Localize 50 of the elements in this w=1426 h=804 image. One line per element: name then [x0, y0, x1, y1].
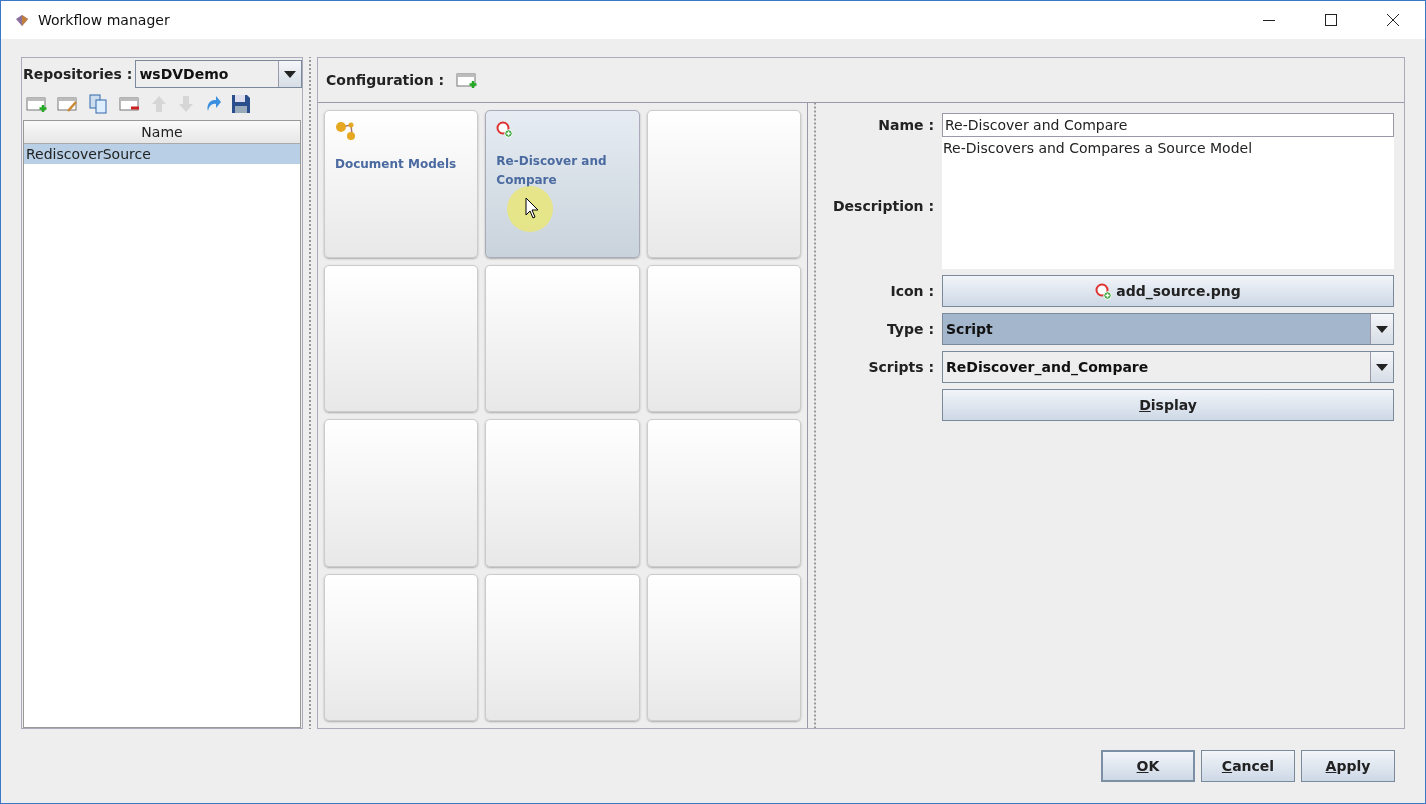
window-title: Workflow manager — [38, 12, 170, 28]
scripts-dropdown[interactable]: ReDiscover_and_Compare — [942, 351, 1394, 383]
display-button[interactable]: Display — [942, 389, 1394, 421]
description-label: Description : — [831, 198, 934, 214]
configuration-label: Configuration : — [326, 72, 445, 88]
empty-tile[interactable] — [324, 419, 479, 567]
close-icon[interactable] — [1387, 14, 1399, 26]
empty-tile[interactable] — [646, 419, 801, 567]
app-icon — [14, 13, 30, 27]
tile-label: Document Models — [335, 156, 457, 173]
workflow-tile[interactable]: Re-Discover and Compare — [485, 110, 640, 258]
add-window-icon[interactable] — [456, 71, 479, 89]
dialog-button[interactable]: OK — [1101, 750, 1195, 782]
copy-icon[interactable] — [88, 94, 110, 114]
name-label: Name : — [877, 117, 934, 133]
cursor-highlight-icon — [506, 185, 555, 233]
icon-label: Icon : — [889, 283, 934, 299]
description-field[interactable]: Re-Discovers and Compares a Source Model — [942, 137, 1394, 269]
tile-label: Re-Discover and Compare — [496, 153, 608, 189]
type-label: Type : — [886, 321, 934, 337]
add-window-icon[interactable] — [26, 95, 48, 113]
remove-window-icon[interactable] — [119, 95, 141, 113]
maximize-icon[interactable] — [1325, 14, 1337, 26]
save-icon[interactable] — [231, 94, 251, 114]
ring-plus-icon — [1095, 282, 1113, 300]
name-field[interactable]: Re-Discover and Compare — [942, 113, 1394, 137]
repositories-label: Repositories : — [23, 66, 133, 82]
type-dropdown[interactable]: Script — [942, 313, 1394, 345]
edit-window-icon[interactable] — [57, 95, 79, 113]
empty-tile[interactable] — [485, 573, 640, 721]
empty-tile[interactable] — [485, 419, 640, 567]
empty-tile[interactable] — [646, 573, 801, 721]
dialog-button[interactable]: Cancel — [1201, 750, 1295, 782]
empty-tile[interactable] — [485, 264, 640, 412]
workflow-tile[interactable]: Document Models — [324, 110, 479, 258]
empty-tile[interactable] — [646, 264, 801, 412]
scripts-label: Scripts : — [867, 359, 934, 375]
empty-tile[interactable] — [646, 110, 801, 258]
caret-icon — [284, 70, 296, 78]
caret-icon — [1376, 325, 1388, 333]
dialog-button[interactable]: Apply — [1301, 750, 1395, 782]
ring-plus-icon — [496, 121, 514, 138]
repositories-dropdown[interactable]: wsDVDemo — [135, 60, 302, 88]
column-header[interactable]: Name — [24, 121, 300, 144]
caret-icon — [1376, 363, 1388, 371]
table-row[interactable]: RediscoverSource — [24, 144, 300, 164]
linked-nodes-icon — [335, 121, 357, 141]
empty-tile[interactable] — [324, 264, 479, 412]
icon-button[interactable]: add_source.png — [942, 275, 1394, 307]
empty-tile[interactable] — [324, 573, 479, 721]
